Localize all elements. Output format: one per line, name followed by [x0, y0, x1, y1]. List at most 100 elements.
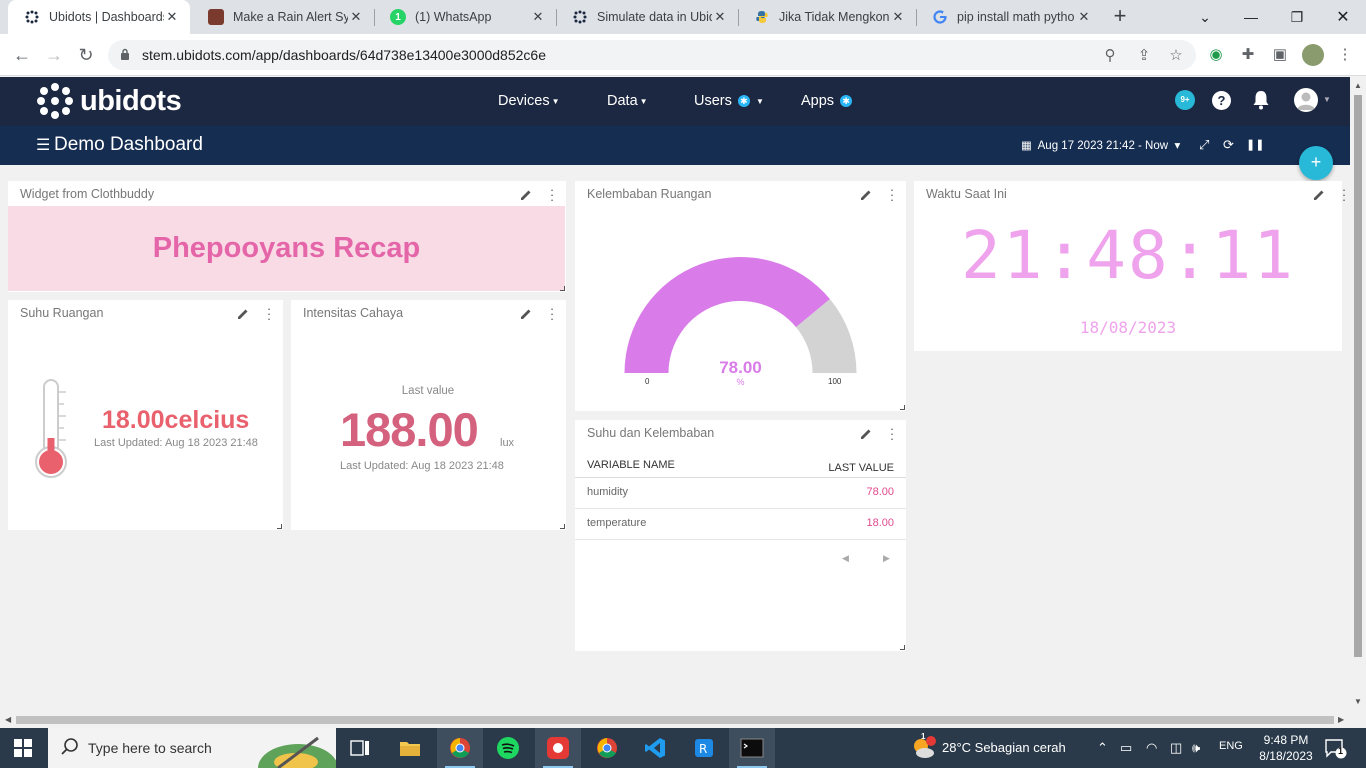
bookmark-star-icon[interactable]: ☆: [1167, 47, 1185, 65]
profile-avatar-icon[interactable]: [1302, 44, 1324, 66]
edit-pencil-icon[interactable]: [1312, 188, 1326, 202]
browser-tab-google-search[interactable]: pip install math pytho ✕: [916, 0, 1102, 34]
close-window-icon[interactable]: ✕: [1320, 0, 1366, 34]
notification-center-icon[interactable]: [1325, 739, 1347, 759]
vertical-scrollbar[interactable]: ▲ ▼: [1350, 77, 1366, 712]
weather-text[interactable]: 28°C Sebagian cerah: [942, 740, 1066, 755]
column-header-last-value[interactable]: LAST VALUE: [828, 462, 894, 474]
remote-desktop-icon[interactable]: R: [681, 728, 727, 768]
scrollbar-thumb[interactable]: [16, 716, 1334, 724]
resize-handle-icon[interactable]: [900, 645, 905, 650]
scroll-up-arrow-icon[interactable]: ▲: [1354, 81, 1362, 90]
extension-eye-icon[interactable]: ◉: [1207, 46, 1225, 64]
edit-pencil-icon[interactable]: [236, 307, 250, 321]
windows-start-icon[interactable]: [14, 739, 32, 757]
caret-down-icon[interactable]: ▼: [1323, 95, 1331, 104]
dashboard-title[interactable]: Demo Dashboard: [54, 134, 203, 156]
forward-arrow-icon[interactable]: →: [42, 43, 66, 67]
meet-now-icon[interactable]: ◫: [1170, 740, 1182, 756]
battery-icon[interactable]: ▭: [1120, 740, 1132, 756]
chrome-profile-icon[interactable]: [584, 728, 630, 768]
ubidots-logo[interactable]: ubidots: [37, 83, 182, 119]
url-text[interactable]: stem.ubidots.com/app/dashboards/64d738e1…: [142, 47, 546, 63]
taskbar-search-box[interactable]: Type here to search: [48, 728, 336, 768]
new-tab-plus-icon[interactable]: +: [1108, 5, 1132, 29]
date-range-picker[interactable]: ▦ Aug 17 2023 21:42 - Now ▾: [1021, 138, 1180, 152]
chrome-menu-icon[interactable]: ⋮: [1336, 46, 1354, 64]
add-widget-button[interactable]: +: [1299, 146, 1333, 180]
back-arrow-icon[interactable]: ←: [10, 43, 34, 67]
browser-tab-simulate-data[interactable]: Simulate data in Ubido ✕: [556, 0, 738, 34]
vscode-icon[interactable]: [632, 728, 678, 768]
close-tab-icon[interactable]: ✕: [348, 9, 364, 25]
more-options-icon[interactable]: · · ·: [549, 302, 555, 325]
omnibox[interactable]: stem.ubidots.com/app/dashboards/64d738e1…: [108, 40, 1196, 70]
close-tab-icon[interactable]: ✕: [530, 9, 546, 25]
more-options-icon[interactable]: · · ·: [266, 302, 272, 325]
resize-handle-icon[interactable]: [560, 524, 565, 529]
lock-icon[interactable]: [120, 48, 130, 60]
restore-window-icon[interactable]: ❐: [1274, 0, 1320, 34]
column-header-variable-name[interactable]: VARIABLE NAME: [587, 459, 675, 471]
screen-recorder-icon[interactable]: [535, 728, 581, 768]
horizontal-scrollbar[interactable]: ◀ ▶: [0, 712, 1350, 728]
edit-pencil-icon[interactable]: [859, 427, 873, 441]
side-panel-icon[interactable]: ▣: [1271, 46, 1289, 64]
refresh-icon[interactable]: ⟳: [1223, 137, 1234, 153]
extensions-puzzle-icon[interactable]: ✚: [1239, 46, 1257, 64]
resize-handle-icon[interactable]: [900, 405, 905, 410]
ubidots-favicon-icon: [572, 9, 588, 25]
scroll-down-arrow-icon[interactable]: ▼: [1354, 697, 1362, 706]
volume-icon[interactable]: 🕪: [1192, 740, 1200, 756]
resize-handle-icon[interactable]: [277, 524, 282, 529]
more-options-icon[interactable]: · · ·: [889, 422, 895, 445]
terminal-icon[interactable]: [729, 728, 775, 768]
share-icon[interactable]: ⇪: [1135, 47, 1153, 65]
notification-count-badge[interactable]: 9+: [1175, 90, 1195, 110]
resize-handle-icon[interactable]: [560, 286, 565, 291]
wifi-icon[interactable]: ◠: [1146, 740, 1157, 756]
file-explorer-icon[interactable]: [387, 728, 433, 768]
edit-pencil-icon[interactable]: [519, 307, 533, 321]
more-options-icon[interactable]: · · ·: [549, 183, 555, 206]
close-tab-icon[interactable]: ✕: [890, 9, 906, 25]
task-view-icon[interactable]: [337, 728, 383, 768]
edit-pencil-icon[interactable]: [519, 188, 533, 202]
chrome-taskbar-icon[interactable]: [437, 728, 483, 768]
scroll-right-arrow-icon[interactable]: ▶: [1338, 715, 1344, 724]
menu-apps[interactable]: Apps ✱: [801, 93, 853, 109]
close-tab-icon[interactable]: ✕: [1076, 9, 1092, 25]
reload-icon[interactable]: ↻: [74, 43, 98, 67]
ubidots-logo-icon: [37, 83, 73, 119]
scrollbar-thumb[interactable]: [1354, 95, 1362, 657]
menu-data[interactable]: Data ▼: [607, 93, 648, 109]
previous-page-icon[interactable]: ◀: [842, 553, 849, 564]
language-indicator[interactable]: ENG: [1219, 740, 1243, 752]
scroll-left-arrow-icon[interactable]: ◀: [5, 715, 11, 724]
browser-tab-whatsapp[interactable]: 1 (1) WhatsApp ✕: [374, 0, 556, 34]
show-hidden-icons-chevron-icon[interactable]: ⌃: [1097, 740, 1108, 756]
next-page-icon[interactable]: ▶: [883, 553, 890, 564]
help-icon[interactable]: ?: [1212, 91, 1231, 110]
user-avatar-icon[interactable]: [1294, 88, 1318, 112]
close-tab-icon[interactable]: ✕: [712, 9, 728, 25]
pause-icon[interactable]: ❚❚: [1246, 138, 1264, 151]
browser-tab-ubidots-dashboards[interactable]: Ubidots | Dashboards ✕: [8, 0, 190, 34]
menu-devices[interactable]: Devices ▼: [498, 93, 560, 109]
taskbar-clock[interactable]: 9:48 PM 8/18/2023: [1256, 732, 1316, 764]
hamburger-menu-icon[interactable]: ☰: [36, 135, 50, 155]
tab-search-chevron-icon[interactable]: ⌄: [1182, 0, 1228, 34]
table-row[interactable]: temperature 18.00: [575, 509, 906, 540]
browser-tab-rain-alert[interactable]: Make a Rain Alert Syst ✕: [192, 0, 374, 34]
table-row[interactable]: humidity 78.00: [575, 478, 906, 509]
zoom-icon[interactable]: ⚲: [1101, 47, 1119, 65]
minimize-window-icon[interactable]: —: [1228, 0, 1274, 34]
close-tab-icon[interactable]: ✕: [164, 9, 180, 25]
more-options-icon[interactable]: · · ·: [1341, 183, 1347, 206]
menu-users[interactable]: Users ✱ ▼: [694, 93, 764, 109]
bell-icon[interactable]: [1252, 90, 1270, 110]
fullscreen-icon[interactable]: ⤢: [1199, 137, 1209, 153]
clock-time-text: 9:48 PM: [1263, 733, 1309, 747]
browser-tab-python[interactable]: Jika Tidak Mengkondi ✕: [738, 0, 916, 34]
spotify-icon[interactable]: [485, 728, 531, 768]
